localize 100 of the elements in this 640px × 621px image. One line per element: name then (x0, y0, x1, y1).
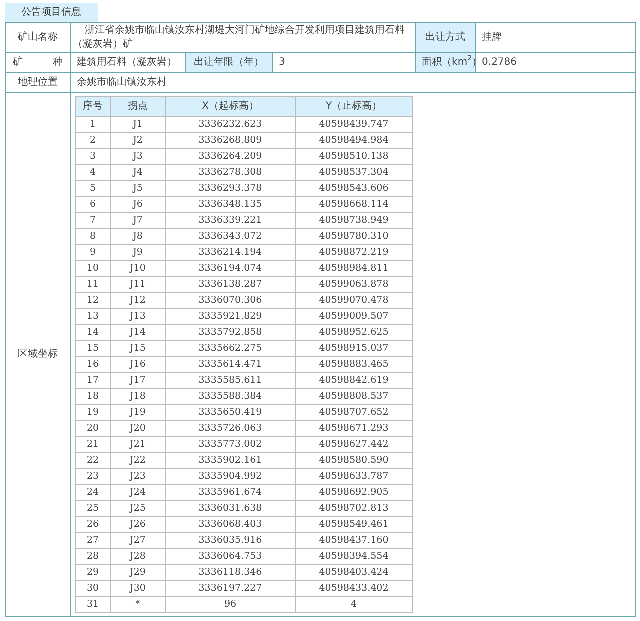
table-cell: 20 (76, 420, 110, 436)
field-value: 建筑用石料（凝灰岩） (70, 52, 186, 72)
table-cell: 40598494.984 (296, 132, 412, 148)
column-header: 序号 (76, 96, 110, 116)
table-cell: 40599063.878 (296, 276, 412, 292)
field-label: 地理位置 (6, 72, 70, 92)
table-cell: 28 (76, 548, 110, 564)
table-cell: 40598668.114 (296, 196, 412, 212)
table-cell: 40598692.905 (296, 484, 412, 500)
field-label: 出让年限（年） (186, 52, 272, 72)
table-cell: 6 (76, 196, 110, 212)
table-cell: 3336293.378 (166, 180, 296, 196)
table-cell: 18 (76, 388, 110, 404)
table-cell: J28 (110, 548, 166, 564)
table-cell: * (110, 596, 166, 612)
table-cell: J14 (110, 324, 166, 340)
table-cell: J13 (110, 308, 166, 324)
table-cell: 40598671.293 (296, 420, 412, 436)
table-cell: J12 (110, 292, 166, 308)
table-cell: 40598738.949 (296, 212, 412, 228)
table-cell: J29 (110, 564, 166, 580)
table-cell: 17 (76, 372, 110, 388)
field-value: 0.2786 (476, 52, 636, 72)
table-cell: 40598883.465 (296, 356, 412, 372)
table-cell: J1 (110, 116, 166, 132)
field-value: 浙江省余姚市临山镇汝东村湖堤大河门矿地综合开发利用项目建筑用石料（凝灰岩）矿 (70, 22, 416, 52)
table-cell: 40599070.478 (296, 292, 412, 308)
field-label: 矿山名称 (6, 22, 70, 52)
table-cell: 40598394.554 (296, 548, 412, 564)
field-value: 3 (272, 52, 416, 72)
table-cell: J18 (110, 388, 166, 404)
table-cell: 40598780.310 (296, 228, 412, 244)
table-cell: 9 (76, 244, 110, 260)
table-cell: 3335650.419 (166, 404, 296, 420)
table-cell: 40598952.625 (296, 324, 412, 340)
table-cell: 1 (76, 116, 110, 132)
table-cell: 40598437.160 (296, 532, 412, 548)
table-cell: J20 (110, 420, 166, 436)
table-cell: J9 (110, 244, 166, 260)
table-cell: 40598580.590 (296, 452, 412, 468)
table-cell: 3335961.674 (166, 484, 296, 500)
field-value: 余姚市临山镇汝东村 (70, 72, 636, 92)
table-cell: 13 (76, 308, 110, 324)
table-cell: 3336264.209 (166, 148, 296, 164)
table-cell: 11 (76, 276, 110, 292)
table-cell: 3335588.384 (166, 388, 296, 404)
table-cell: J5 (110, 180, 166, 196)
table-cell: 40598842.619 (296, 372, 412, 388)
table-cell: J10 (110, 260, 166, 276)
section-tab[interactable]: 公告项目信息 (5, 3, 98, 22)
table-cell: J16 (110, 356, 166, 372)
table-cell: J8 (110, 228, 166, 244)
table-cell: 3335904.992 (166, 468, 296, 484)
table-cell: 3336232.623 (166, 116, 296, 132)
table-cell: 3336278.308 (166, 164, 296, 180)
field-label: 出让方式 (416, 22, 476, 52)
field-label: 矿 种 (6, 52, 70, 72)
column-header: X（起标高） (166, 96, 296, 116)
table-cell: 24 (76, 484, 110, 500)
table-cell: J2 (110, 132, 166, 148)
table-cell: 25 (76, 500, 110, 516)
table-cell: 40598549.461 (296, 516, 412, 532)
table-cell: 96 (166, 596, 296, 612)
table-cell: 3336035.916 (166, 532, 296, 548)
column-header: 拐点 (110, 96, 166, 116)
table-cell: J4 (110, 164, 166, 180)
field-label: 区域坐标 (6, 92, 70, 616)
table-cell: 40598633.787 (296, 468, 412, 484)
table-cell: 21 (76, 436, 110, 452)
field-value: 挂牌 (476, 22, 636, 52)
table-cell: 3 (76, 148, 110, 164)
table-cell: 29 (76, 564, 110, 580)
table-cell: J24 (110, 484, 166, 500)
table-cell: 5 (76, 180, 110, 196)
table-cell: 40598872.219 (296, 244, 412, 260)
table-cell: 40598627.442 (296, 436, 412, 452)
table-cell: 3336031.638 (166, 500, 296, 516)
table-cell: J7 (110, 212, 166, 228)
table-cell: 40598984.811 (296, 260, 412, 276)
table-cell: J11 (110, 276, 166, 292)
table-cell: 40598510.138 (296, 148, 412, 164)
table-cell: J17 (110, 372, 166, 388)
table-cell: 3336138.287 (166, 276, 296, 292)
table-cell: J27 (110, 532, 166, 548)
table-cell: 3336214.194 (166, 244, 296, 260)
table-cell: 40598433.402 (296, 580, 412, 596)
table-cell: 2 (76, 132, 110, 148)
table-cell: 3335726.063 (166, 420, 296, 436)
table-cell: 31 (76, 596, 110, 612)
table-cell: 40598808.537 (296, 388, 412, 404)
table-cell: J22 (110, 452, 166, 468)
table-cell: J30 (110, 580, 166, 596)
table-cell: 8 (76, 228, 110, 244)
table-cell: 4 (76, 164, 110, 180)
table-cell: 3336194.074 (166, 260, 296, 276)
table-cell: J26 (110, 516, 166, 532)
table-cell: 16 (76, 356, 110, 372)
table-cell: 12 (76, 292, 110, 308)
table-cell: 3336068.403 (166, 516, 296, 532)
table-cell: J21 (110, 436, 166, 452)
